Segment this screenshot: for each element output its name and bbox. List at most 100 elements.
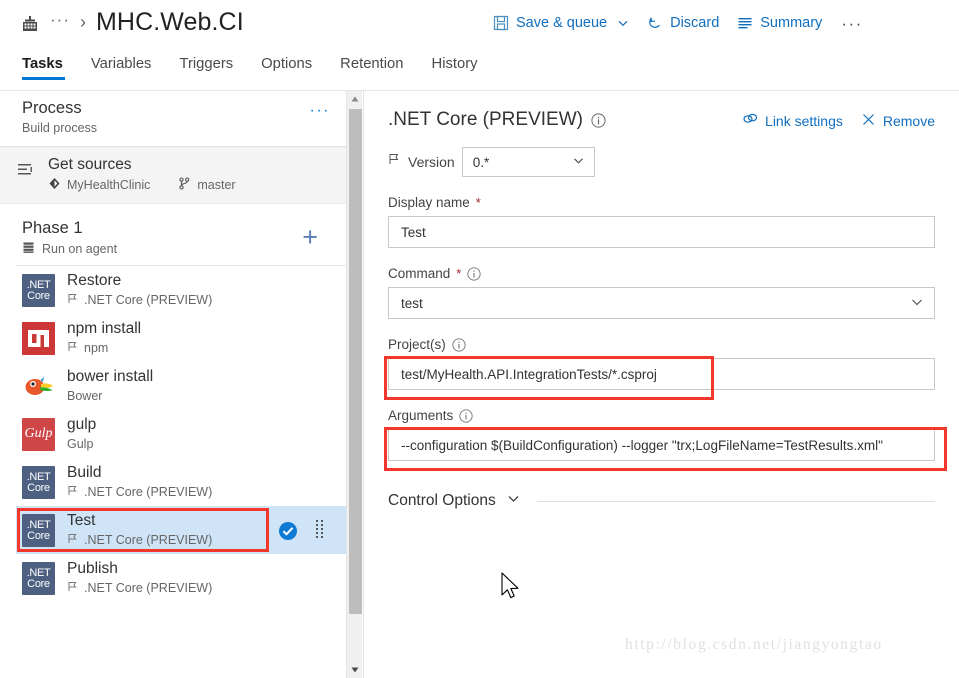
field-command: Command * test — [388, 266, 935, 319]
display-name-input[interactable]: Test — [388, 216, 935, 248]
dotnet-core-icon: .NET Core — [22, 561, 55, 595]
field-projects: Project(s) test/MyHealth.API.Integration… — [384, 337, 935, 400]
task-item-test[interactable]: .NET Core Test .NET Core (PREVIEW) — [16, 506, 346, 554]
get-sources-branch: master — [178, 177, 236, 193]
field-label: Arguments — [388, 408, 454, 423]
task-flag-icon — [67, 293, 78, 308]
discard-button[interactable]: Discard — [638, 12, 728, 34]
task-details-panel: .NET Core (PREVIEW) Link settings Remove… — [364, 91, 959, 678]
task-subtitle: .NET Core (PREVIEW) — [84, 293, 213, 308]
field-label-row: Display name * — [388, 195, 935, 210]
gulp-icon-label: Gulp — [24, 426, 53, 441]
arguments-value: --configuration $(BuildConfiguration) --… — [401, 437, 883, 453]
task-name: npm install — [67, 319, 142, 337]
tab-tasks[interactable]: Tasks — [22, 55, 77, 80]
watermark: http://blog.csdn.net/jiangyongtao — [625, 636, 883, 653]
summary-label: Summary — [760, 15, 823, 31]
scroll-up-arrow-icon[interactable] — [347, 91, 363, 107]
netcore-icon-line2: Core — [27, 290, 50, 302]
command-select[interactable]: test — [388, 287, 935, 319]
phase-title: Phase 1 — [22, 219, 83, 237]
info-icon[interactable] — [467, 266, 481, 281]
projects-input[interactable]: test/MyHealth.API.IntegrationTests/*.csp… — [388, 358, 935, 390]
task-details-header: .NET Core (PREVIEW) Link settings Remove — [388, 109, 935, 131]
version-label: Version — [408, 154, 455, 170]
field-label-row: Arguments — [388, 408, 935, 423]
process-subtitle: Build process — [22, 121, 98, 135]
task-item-bower-install[interactable]: bower install Bower — [16, 362, 346, 410]
info-icon[interactable] — [591, 112, 606, 128]
task-subtitle: .NET Core (PREVIEW) — [84, 533, 213, 548]
breadcrumb-overflow[interactable]: ··· — [50, 11, 70, 34]
add-task-button[interactable]: + — [302, 224, 318, 251]
undo-icon — [647, 15, 663, 31]
bower-icon — [22, 370, 55, 403]
process-header[interactable]: Process Build process ··· — [0, 91, 346, 147]
task-list: .NET Core Restore .NET Core (PREVIEW) np… — [16, 266, 346, 602]
info-icon[interactable] — [452, 337, 466, 352]
agent-icon — [22, 241, 35, 257]
field-label: Project(s) — [388, 337, 446, 352]
toolbar-more-button[interactable]: ··· — [831, 15, 872, 32]
task-item-build[interactable]: .NET Core Build .NET Core (PREVIEW) — [16, 458, 346, 506]
arguments-input[interactable]: --configuration $(BuildConfiguration) --… — [388, 429, 935, 461]
dotnet-core-icon: .NET Core — [22, 513, 55, 547]
field-arguments: Arguments --configuration $(BuildConfigu… — [384, 408, 947, 471]
get-sources-row[interactable]: Get sources MyHealthClinic master — [0, 147, 346, 204]
required-asterisk: * — [456, 266, 462, 281]
save-and-queue-button[interactable]: Save & queue — [484, 12, 638, 34]
remove-button[interactable]: Remove — [861, 112, 935, 130]
phase-subtitle-row: Run on agent — [22, 241, 346, 257]
link-settings-button[interactable]: Link settings — [742, 111, 843, 130]
netcore-icon-line2: Core — [27, 482, 50, 494]
summary-button[interactable]: Summary — [728, 12, 831, 34]
tab-options[interactable]: Options — [247, 55, 326, 80]
page-title: MHC.Web.CI — [95, 8, 244, 36]
chevron-down-icon[interactable] — [617, 17, 629, 29]
phase-row[interactable]: Phase 1 Run on agent + — [16, 212, 346, 266]
task-details-actions: Link settings Remove — [742, 111, 935, 130]
get-sources-icon — [16, 155, 36, 203]
tab-triggers[interactable]: Triggers — [165, 55, 247, 80]
tab-retention[interactable]: Retention — [326, 55, 417, 80]
tab-variables[interactable]: Variables — [77, 55, 166, 80]
get-sources-repo-label: MyHealthClinic — [67, 178, 151, 192]
branch-icon — [178, 177, 191, 193]
netcore-icon-line2: Core — [27, 530, 50, 542]
sidebar-scrollbar[interactable] — [346, 91, 362, 678]
get-sources-repo: MyHealthClinic — [48, 177, 150, 193]
task-item-gulp[interactable]: Gulp gulp Gulp — [16, 410, 346, 458]
control-options-section[interactable]: Control Options — [388, 491, 935, 511]
tab-history[interactable]: History — [418, 55, 492, 80]
link-icon — [742, 111, 758, 130]
scroll-down-arrow-icon[interactable] — [347, 662, 363, 678]
task-subtitle: npm — [84, 341, 109, 356]
task-details-title: .NET Core (PREVIEW) — [388, 109, 583, 130]
task-flag-icon — [67, 485, 78, 500]
process-more-button[interactable]: ··· — [310, 103, 330, 119]
chevron-down-icon — [910, 295, 924, 312]
save-icon — [493, 15, 509, 31]
task-enabled-check-icon[interactable] — [278, 521, 298, 546]
task-item-publish[interactable]: .NET Core Publish .NET Core (PREVIEW) — [16, 554, 346, 602]
netcore-icon-line2: Core — [27, 578, 50, 590]
chevron-down-icon — [572, 154, 585, 170]
mouse-cursor — [500, 572, 522, 609]
version-select[interactable]: 0.* — [461, 147, 595, 177]
breadcrumb-separator: › — [79, 12, 86, 32]
toolbar: Save & queue Discard Summary ··· — [484, 12, 873, 34]
task-flag-icon — [67, 533, 78, 548]
task-drag-handle[interactable] — [315, 519, 324, 541]
repository-icon — [48, 177, 61, 193]
discard-label: Discard — [670, 15, 720, 31]
display-name-value: Test — [401, 224, 426, 240]
scrollbar-thumb[interactable] — [349, 109, 362, 614]
task-name: Publish — [67, 559, 118, 577]
task-item-npm-install[interactable]: npm install npm — [16, 314, 346, 362]
task-item-restore[interactable]: .NET Core Restore .NET Core (PREVIEW) — [16, 266, 346, 314]
task-subtitle: .NET Core (PREVIEW) — [84, 485, 213, 500]
chevron-down-icon[interactable] — [506, 491, 521, 511]
get-sources-title: Get sources — [48, 156, 132, 173]
control-options-label: Control Options — [388, 492, 496, 509]
info-icon[interactable] — [459, 408, 473, 423]
